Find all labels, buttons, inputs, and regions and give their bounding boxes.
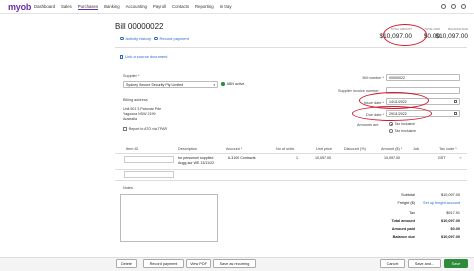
nav-contacts[interactable]: Contacts <box>172 4 189 9</box>
tax-exclusive-label: Tax exclusive <box>394 129 416 133</box>
supplier-invoice-label: Supplier invoice number <box>338 89 379 93</box>
nav-reporting[interactable]: Reporting <box>195 4 214 9</box>
radio-selected <box>389 122 393 126</box>
col-units: No of units <box>276 147 295 151</box>
subtotal-label: Subtotal <box>401 193 415 197</box>
activity-history-label: Activity history <box>125 36 152 41</box>
chevron-down-icon: ▾ <box>213 82 215 87</box>
balance-due-summary-label: Balance due <box>392 235 415 239</box>
link-source-label: Link a source document <box>125 54 168 59</box>
row-unit-price[interactable]: 10,097.00 <box>315 156 331 160</box>
check-icon <box>221 82 225 87</box>
myob-logo[interactable]: myob <box>8 2 34 12</box>
cancel-button[interactable]: Cancel <box>380 259 405 268</box>
nav-dashboard[interactable]: Dashboard <box>34 4 55 9</box>
row-description-line-2[interactable]: Augg-sur WE 13/11/22 <box>178 161 214 165</box>
balance-due-label: BALANCE DUE <box>448 27 468 31</box>
save-recurring-button[interactable]: Save as recurring <box>213 259 256 268</box>
activity-history-link[interactable]: Activity history <box>120 36 151 41</box>
col-item-id: Item ID <box>126 147 139 151</box>
amount-paid-value: $0.00 <box>450 227 460 231</box>
bill-number-label: Bill number * <box>362 76 384 80</box>
balance-due-summary-value: $10,097.00 <box>440 235 460 239</box>
amounts-are-label: Amounts are <box>357 123 379 127</box>
billing-address-line-2: Yagoona NSW 2199 <box>123 112 156 116</box>
balance-due-value: $10,097.00 <box>435 33 468 40</box>
nav-purchases[interactable]: Purchases <box>77 4 99 10</box>
abn-label: ABN active <box>226 82 245 86</box>
supplier-value: Sydney Secure Security Pty Limited <box>126 82 184 87</box>
row-tax-code[interactable]: GST <box>438 156 445 160</box>
notifications-icon[interactable] <box>451 4 456 9</box>
help-icon[interactable] <box>441 4 446 9</box>
abn-status: ABN active <box>221 82 244 87</box>
col-description: Description <box>178 147 197 151</box>
amount-paid-label: Amount paid <box>391 227 415 231</box>
col-amount: Amount ($) * <box>381 147 403 151</box>
billing-address-line-3: Australia <box>123 117 137 121</box>
nav-payroll[interactable]: Payroll <box>153 4 166 9</box>
notes-label: Notes <box>123 186 133 190</box>
notes-textarea[interactable] <box>120 194 218 242</box>
row-units[interactable]: 1 <box>296 156 298 160</box>
save-and-button[interactable]: Save and... <box>408 259 441 268</box>
payment-icon <box>154 36 158 41</box>
page-title: Bill 00000022 <box>115 22 164 31</box>
freight-label: Freight ($) <box>397 201 415 205</box>
row-account[interactable]: 6-3100 Contracts <box>228 156 256 160</box>
nav-utilities <box>441 4 466 9</box>
document-icon <box>120 54 123 59</box>
nav-accounting[interactable]: Accounting <box>126 4 147 9</box>
col-discount: Discount (%) <box>344 147 366 151</box>
supplier-select[interactable]: Sydney Secure Security Pty Limited ▾ <box>123 81 218 88</box>
subtotal-value: $10,097.00 <box>440 193 460 197</box>
calendar-icon[interactable] <box>453 111 457 116</box>
link-source-document[interactable]: Link a source document <box>120 54 167 59</box>
highlight-total-amount <box>383 24 427 46</box>
tax-inclusive-label: Tax inclusive <box>394 122 415 126</box>
highlight-due-date <box>352 106 432 121</box>
report-ato-label: Report to ATO via TPAR <box>128 127 168 131</box>
record-payment-label: Record payment <box>159 36 189 41</box>
delete-button[interactable]: Delete <box>116 259 137 268</box>
freight-setup-link[interactable]: Set up freight account <box>410 201 460 205</box>
col-tax-code: Tax code * <box>439 147 457 151</box>
radio-unselected <box>389 129 393 133</box>
nav-sales[interactable]: Sales <box>61 4 72 9</box>
col-unit-price: Unit price <box>316 147 333 151</box>
billing-address-label: Billing address <box>123 98 148 102</box>
tax-label: Tax <box>409 211 415 215</box>
view-pdf-button[interactable]: View PDF <box>186 259 211 268</box>
report-ato-checkbox[interactable]: Report to ATO via TPAR <box>123 127 167 131</box>
billing-address-line-1: Unit 501 3 Palomar Pde <box>123 107 162 111</box>
new-item-id-input[interactable] <box>124 171 174 178</box>
user-icon[interactable] <box>461 4 466 9</box>
delete-row-icon[interactable]: ✕ <box>459 156 462 160</box>
tax-value: $917.91 <box>446 211 460 215</box>
calendar-icon[interactable] <box>453 99 457 104</box>
nav-in-tray[interactable]: In tray <box>220 4 232 9</box>
row-description-line-1[interactable]: for personnel supplied <box>178 156 213 160</box>
record-payment-button[interactable]: Record payment <box>143 259 184 268</box>
activity-icon <box>120 36 124 41</box>
col-job: Job <box>413 147 420 151</box>
save-button[interactable]: Save <box>444 259 468 268</box>
divider <box>115 47 467 48</box>
total-amount-summary-value: $10,097.00 <box>440 219 460 223</box>
record-payment-link[interactable]: Record payment <box>154 36 189 41</box>
nav-banking[interactable]: Banking <box>104 4 120 9</box>
table-bottom-rule <box>115 180 467 181</box>
tax-inclusive-radio[interactable]: Tax inclusive <box>389 122 415 126</box>
bill-number-input[interactable]: 00000022 <box>386 74 460 81</box>
supplier-label: Supplier * <box>123 74 140 78</box>
col-account: Account * <box>226 147 243 151</box>
checkbox-box <box>123 127 127 131</box>
tax-exclusive-radio[interactable]: Tax exclusive <box>389 129 416 133</box>
total-amount-summary-label: Total amount <box>391 219 415 223</box>
item-id-input[interactable] <box>124 156 174 163</box>
top-nav: myob Dashboard Sales Purchases Banking A… <box>0 0 474 14</box>
row-amount[interactable]: 10,097.00 <box>384 156 400 160</box>
